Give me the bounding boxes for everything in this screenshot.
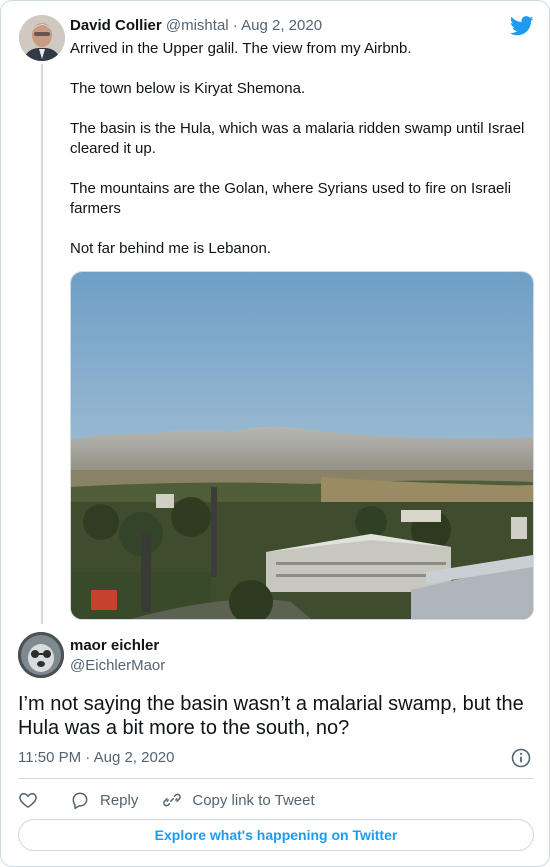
author-name[interactable]: maor eichler — [70, 637, 159, 655]
avatar[interactable] — [18, 632, 64, 678]
copy-link-button[interactable]: Copy link to Tweet — [162, 790, 315, 810]
tweet-paragraph: Not far behind me is Lebanon. — [70, 240, 271, 257]
like-button[interactable] — [18, 790, 38, 810]
tweet-text: I’m not saying the basin wasn’t a malari… — [18, 693, 524, 739]
speech-bubble-icon — [72, 792, 88, 810]
twitter-bird-icon[interactable] — [510, 16, 534, 36]
tweet-embed-card: David Collier @mishtal · Aug 2, 2020 Arr… — [0, 0, 550, 867]
tweet-paragraph: The basin is the Hula, which was a malar… — [70, 120, 525, 157]
heart-icon — [19, 792, 37, 808]
tweet-timestamp[interactable]: 11:50 PM · Aug 2, 2020 — [18, 749, 175, 767]
info-icon[interactable] — [511, 748, 531, 768]
author-handle[interactable]: @EichlerMaor — [70, 657, 165, 675]
tweet-actions: Reply Copy link to Tweet — [18, 789, 339, 811]
reply-label: Reply — [100, 791, 139, 809]
parent-tweet-text: Arrived in the Upper galil. The view fro… — [70, 39, 538, 279]
separator-dot: · — [232, 17, 238, 34]
link-icon — [163, 793, 182, 807]
tweet-paragraph: The mountains are the Golan, where Syria… — [70, 180, 512, 217]
reply-button[interactable]: Reply — [70, 790, 138, 810]
thread-connector-line — [41, 64, 43, 624]
parent-tweet-header: David Collier @mishtal · Aug 2, 2020 — [70, 17, 322, 35]
avatar[interactable] — [19, 15, 65, 61]
tweet-photo[interactable] — [70, 271, 534, 620]
author-name[interactable]: David Collier — [70, 17, 162, 34]
tweet-paragraph: Arrived in the Upper galil. The view fro… — [70, 40, 412, 57]
explore-button[interactable]: Explore what's happening on Twitter — [18, 819, 534, 851]
tweet-paragraph: The town below is Kiryat Shemona. — [70, 80, 306, 97]
divider — [18, 778, 534, 779]
author-handle[interactable]: @mishtal — [166, 17, 229, 34]
tweet-date[interactable]: Aug 2, 2020 — [241, 17, 322, 34]
copy-link-label: Copy link to Tweet — [192, 791, 315, 809]
